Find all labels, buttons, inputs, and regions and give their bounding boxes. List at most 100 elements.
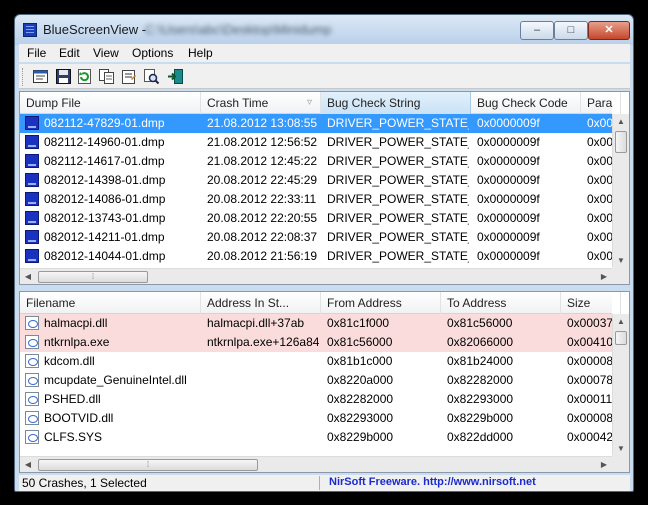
crash-dump-icon xyxy=(25,192,39,206)
module-row[interactable]: halmacpi.dll halmacpi.dll+37ab 0x81c1f000 0… xyxy=(20,314,612,333)
cell-crash-time: 21.08.2012 13:08:55 xyxy=(207,116,318,130)
scroll-thumb[interactable] xyxy=(615,131,627,153)
title-bar[interactable]: BlueScreenView - C:\Users\abc\Desktop\Mi… xyxy=(15,15,633,45)
crash-row[interactable]: 082012-14086-01.dmp 20.08.2012 22:33:11 DR… xyxy=(20,190,613,209)
module-row[interactable]: PSHED.dll 0x82282000 0x82293000 0x00011 xyxy=(20,390,612,409)
menu-help[interactable]: Help xyxy=(188,46,213,60)
crash-list[interactable]: Dump File Crash Time ▿ Bug Check String … xyxy=(19,91,630,285)
module-row[interactable]: ntkrnlpa.exe ntkrnlpa.exe+126a84 0x81c5600… xyxy=(20,333,612,352)
scroll-corner xyxy=(612,455,629,472)
column-to-address[interactable]: To Address xyxy=(441,292,561,314)
crash-row[interactable]: 082012-14044-01.dmp 20.08.2012 21:56:19 DR… xyxy=(20,247,613,266)
crash-dump-icon xyxy=(25,211,39,225)
minimize-button[interactable]: – xyxy=(520,21,554,40)
module-row[interactable]: BOOTVID.dll 0x82293000 0x8229b000 0x00008 xyxy=(20,409,612,428)
column-filename[interactable]: Filename xyxy=(20,292,201,314)
column-size[interactable]: Size xyxy=(561,292,621,314)
cell-crash-time: 20.08.2012 22:33:11 xyxy=(207,192,317,206)
cell-to-address: 0x81c56000 xyxy=(447,316,513,330)
crash-dump-icon xyxy=(25,154,39,168)
cell-bug-check-string: DRIVER_POWER_STATE_... xyxy=(327,211,469,225)
crash-list-header: Dump File Crash Time ▿ Bug Check String … xyxy=(20,92,621,114)
cell-address-in-stack xyxy=(207,371,319,390)
column-dump-file[interactable]: Dump File xyxy=(20,92,201,114)
crash-row[interactable]: 082012-14398-01.dmp 20.08.2012 22:45:29 DR… xyxy=(20,171,613,190)
column-bug-check-string[interactable]: Bug Check String xyxy=(321,92,471,114)
close-button[interactable]: ✕ xyxy=(588,21,630,40)
toolbar-grip[interactable] xyxy=(22,68,25,86)
crash-row[interactable]: 082012-14211-01.dmp 20.08.2012 22:08:37 DR… xyxy=(20,228,613,247)
crash-row[interactable]: 082012-13743-01.dmp 20.08.2012 22:20:55 DR… xyxy=(20,209,613,228)
cell-from-address: 0x81c1f000 xyxy=(327,316,390,330)
column-from-address[interactable]: From Address xyxy=(321,292,441,314)
cell-address-in-stack xyxy=(207,409,319,428)
save-icon[interactable] xyxy=(55,68,72,85)
crash-row[interactable]: 082112-14617-01.dmp 21.08.2012 12:45:22 DR… xyxy=(20,152,613,171)
scroll-thumb[interactable] xyxy=(615,331,627,345)
driver-file-icon xyxy=(25,373,39,387)
cell-to-address: 0x82293000 xyxy=(447,392,514,406)
cell-bug-check-string: DRIVER_POWER_STATE_... xyxy=(327,192,469,206)
cell-bug-check-code: 0x0000009f xyxy=(477,154,540,168)
module-list-hscroll[interactable]: ◀ ⁞ ▶ xyxy=(20,456,612,472)
column-address-in-stack[interactable]: Address In St... xyxy=(201,292,321,314)
crash-row[interactable]: 082112-14960-01.dmp 21.08.2012 12:56:52 DR… xyxy=(20,133,613,152)
menu-options[interactable]: Options xyxy=(132,46,173,60)
cell-crash-time: 21.08.2012 12:56:52 xyxy=(207,135,318,149)
crash-list-hscroll[interactable]: ◀ ⁞ ▶ xyxy=(20,268,612,284)
cell-to-address: 0x82282000 xyxy=(447,373,514,387)
properties-icon[interactable] xyxy=(120,68,137,85)
cell-bug-check-code: 0x0000009f xyxy=(477,135,540,149)
scroll-left-arrow-icon[interactable]: ◀ xyxy=(20,457,36,472)
cell-to-address: 0x822dd000 xyxy=(447,430,514,444)
cell-bug-check-code: 0x0000009f xyxy=(477,211,540,225)
status-divider xyxy=(319,476,320,490)
scroll-right-arrow-icon[interactable]: ▶ xyxy=(596,457,612,472)
html-report-icon[interactable] xyxy=(32,68,49,85)
module-list[interactable]: Filename Address In St... From Address T… xyxy=(19,291,630,473)
crash-dump-icon xyxy=(25,116,39,130)
cell-bug-check-code: 0x0000009f xyxy=(477,192,540,206)
scroll-right-arrow-icon[interactable]: ▶ xyxy=(596,269,612,284)
cell-from-address: 0x8229b000 xyxy=(327,430,394,444)
cell-dump-file: 082012-14211-01.dmp xyxy=(44,230,165,244)
sort-arrow-icon: ▿ xyxy=(306,97,312,108)
module-row[interactable]: kdcom.dll 0x81b1c000 0x81b24000 0x00008 xyxy=(20,352,612,371)
copy-icon[interactable] xyxy=(98,68,115,85)
column-crash-time-label: Crash Time xyxy=(207,96,269,110)
menu-bar: File Edit View Options Help xyxy=(19,44,630,62)
cell-dump-file: 082112-14960-01.dmp xyxy=(44,135,165,149)
maximize-button[interactable]: □ xyxy=(554,21,588,40)
module-row[interactable]: mcupdate_GenuineIntel.dll 0x8220a000 0x822… xyxy=(20,371,612,390)
scroll-thumb[interactable]: ⁞ xyxy=(38,271,148,283)
cell-filename: halmacpi.dll xyxy=(44,316,108,330)
cell-size: 0x00037 xyxy=(567,316,612,330)
module-list-vscroll[interactable]: ▲ ▼ xyxy=(612,314,629,457)
column-crash-time[interactable]: Crash Time ▿ xyxy=(201,92,321,114)
crash-list-vscroll[interactable]: ▲ ▼ xyxy=(612,114,629,269)
cell-from-address: 0x81c56000 xyxy=(327,335,393,349)
cell-filename: kdcom.dll xyxy=(44,354,95,368)
refresh-icon[interactable] xyxy=(76,68,93,85)
menu-file[interactable]: File xyxy=(27,46,46,60)
cell-crash-time: 20.08.2012 22:08:37 xyxy=(207,230,318,244)
cell-bug-check-string: DRIVER_POWER_STATE_... xyxy=(327,116,469,130)
menu-edit[interactable]: Edit xyxy=(59,46,80,60)
app-icon xyxy=(23,23,37,37)
exit-icon[interactable] xyxy=(167,68,184,85)
cell-filename: ntkrnlpa.exe xyxy=(44,335,110,349)
cell-crash-time: 21.08.2012 12:45:22 xyxy=(207,154,318,168)
scroll-up-arrow-icon[interactable]: ▲ xyxy=(613,114,629,130)
nirsoft-link[interactable]: NirSoft Freeware. http://www.nirsoft.net xyxy=(329,476,536,488)
scroll-up-arrow-icon[interactable]: ▲ xyxy=(613,314,629,330)
menu-view[interactable]: View xyxy=(93,46,119,60)
scroll-corner xyxy=(612,267,629,284)
cell-bug-check-string: DRIVER_POWER_STATE_... xyxy=(327,154,469,168)
find-icon[interactable] xyxy=(143,68,160,85)
column-parameter[interactable]: Para xyxy=(581,92,621,114)
scroll-thumb[interactable]: ⁞ xyxy=(38,459,258,471)
module-row[interactable]: CLFS.SYS 0x8229b000 0x822dd000 0x00042 xyxy=(20,428,612,447)
column-bug-check-code[interactable]: Bug Check Code xyxy=(471,92,581,114)
crash-row[interactable]: 082112-47829-01.dmp 21.08.2012 13:08:55 DR… xyxy=(20,114,613,133)
scroll-left-arrow-icon[interactable]: ◀ xyxy=(20,269,36,284)
